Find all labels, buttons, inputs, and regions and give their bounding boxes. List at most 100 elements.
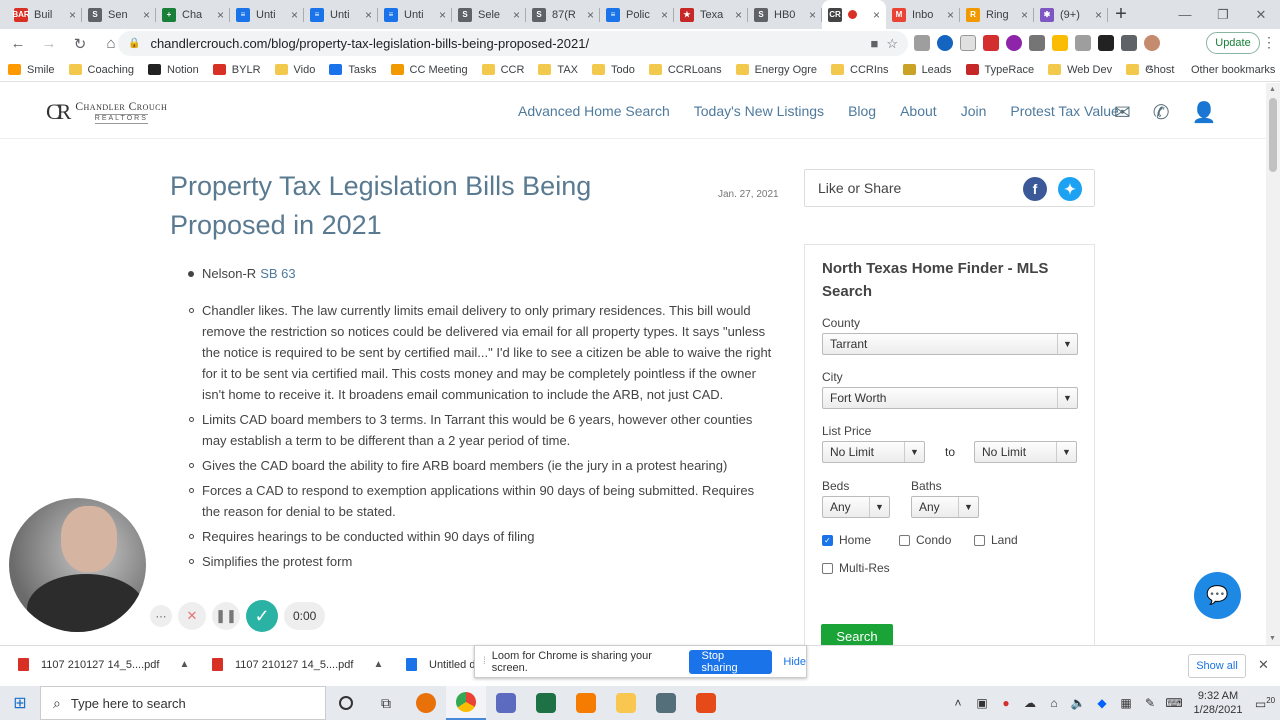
browser-tab[interactable]: S Sen × bbox=[82, 0, 156, 29]
chevron-up-icon[interactable]: ▲ bbox=[179, 659, 189, 670]
finish-recording-icon[interactable]: ✓ bbox=[246, 600, 278, 632]
bookmark-item[interactable]: CCRIns bbox=[831, 64, 889, 76]
extension-icon[interactable] bbox=[1052, 35, 1068, 51]
tab-close-icon[interactable]: × bbox=[69, 8, 76, 22]
tray-app-icon[interactable]: ▦ bbox=[1114, 696, 1138, 710]
more-options-icon[interactable]: ⋯ bbox=[150, 605, 172, 627]
other-bookmarks[interactable]: Other bookmarks bbox=[1172, 58, 1275, 82]
browser-tab[interactable]: ≡ Polic × bbox=[600, 0, 674, 29]
browser-tab[interactable]: ✱ (9+) × bbox=[1034, 0, 1108, 29]
notifications-icon[interactable]: ▭20 bbox=[1250, 696, 1280, 711]
nav-link[interactable]: About bbox=[900, 103, 937, 119]
excel-icon[interactable] bbox=[526, 686, 566, 720]
price-max-select[interactable]: No Limit ▼ bbox=[974, 441, 1078, 463]
tab-close-icon[interactable]: × bbox=[513, 8, 520, 22]
tab-close-icon[interactable]: × bbox=[439, 8, 446, 22]
bookmark-item[interactable]: Smile bbox=[8, 64, 55, 76]
tab-close-icon[interactable]: × bbox=[365, 8, 372, 22]
volume-icon[interactable]: 🔈 bbox=[1066, 696, 1090, 710]
bookmark-item[interactable]: Energy Ogre bbox=[735, 64, 817, 76]
baths-select[interactable]: Any ▼ bbox=[911, 496, 979, 518]
browser-tab[interactable]: ≡ Unti × bbox=[304, 0, 378, 29]
taskbar-clock[interactable]: 9:32 AM 1/28/2021 bbox=[1186, 689, 1250, 717]
bookmark-item[interactable]: Tasks bbox=[329, 64, 377, 76]
extension-icon[interactable] bbox=[937, 35, 953, 51]
bookmark-item[interactable]: BYLR bbox=[212, 64, 261, 76]
tab-close-icon[interactable]: × bbox=[291, 8, 298, 22]
chrome-icon[interactable] bbox=[446, 686, 486, 720]
browser-tab[interactable]: ≡ Unti × bbox=[378, 0, 452, 29]
app-icon[interactable] bbox=[686, 686, 726, 720]
bookmarks-overflow-icon[interactable]: » bbox=[1146, 62, 1152, 74]
bookmark-item[interactable]: CC Meeting bbox=[390, 64, 468, 76]
tray-app-icon[interactable]: ● bbox=[994, 696, 1018, 710]
nav-link[interactable]: Blog bbox=[848, 103, 876, 119]
price-min-select[interactable]: No Limit ▼ bbox=[822, 441, 925, 463]
camera-blocked-icon[interactable]: ■ bbox=[870, 36, 878, 52]
dropbox-icon[interactable]: ◆ bbox=[1090, 696, 1114, 710]
hide-notice-link[interactable]: Hide bbox=[783, 656, 806, 668]
cancel-recording-icon[interactable]: ✕ bbox=[178, 602, 206, 630]
menu-icon[interactable]: ⋮ bbox=[1262, 34, 1276, 51]
type-home-checkbox[interactable]: ✓ Home bbox=[822, 533, 899, 547]
browser-tab[interactable]: CR × bbox=[822, 0, 886, 29]
tray-app-icon[interactable]: ▣ bbox=[970, 696, 994, 710]
app-icon[interactable] bbox=[566, 686, 606, 720]
download-item[interactable]: 1107 210127 14_5....pdf ▲ bbox=[18, 658, 189, 671]
bookmark-item[interactable]: CCRLoans bbox=[648, 64, 722, 76]
tab-close-icon[interactable]: × bbox=[143, 8, 150, 22]
search-button[interactable]: Search bbox=[821, 624, 893, 645]
close-window-icon[interactable]: ✕ bbox=[1242, 0, 1280, 29]
tab-close-icon[interactable]: × bbox=[587, 8, 594, 22]
calculator-icon[interactable] bbox=[646, 686, 686, 720]
user-icon[interactable]: 👤 bbox=[1192, 100, 1217, 125]
bookmark-item[interactable]: Leads bbox=[902, 64, 952, 76]
chat-bubble-icon[interactable]: 💬 bbox=[1194, 572, 1241, 619]
download-item[interactable]: 1107 210127 14_5....pdf ▲ bbox=[212, 658, 383, 671]
page-scrollbar[interactable]: ▲ ▼ bbox=[1266, 83, 1280, 645]
minimize-icon[interactable]: — bbox=[1166, 0, 1204, 29]
scroll-down-icon[interactable]: ▼ bbox=[1269, 635, 1276, 642]
tab-close-icon[interactable]: × bbox=[1095, 8, 1102, 22]
browser-tab[interactable]: S HB0 × bbox=[748, 0, 822, 29]
scroll-thumb[interactable] bbox=[1269, 98, 1277, 172]
bookmark-item[interactable]: TypeRace bbox=[965, 64, 1034, 76]
nav-link[interactable]: Join bbox=[961, 103, 987, 119]
beds-select[interactable]: Any ▼ bbox=[822, 496, 890, 518]
puzzle-icon[interactable] bbox=[1121, 35, 1137, 51]
keyboard-icon[interactable]: ⌨ bbox=[1162, 696, 1186, 710]
nav-link[interactable]: Protest Tax Value bbox=[1010, 103, 1118, 119]
bookmark-item[interactable]: Todo bbox=[592, 64, 635, 76]
close-downloads-icon[interactable]: ✕ bbox=[1258, 657, 1269, 673]
webcam-bubble[interactable] bbox=[9, 498, 146, 632]
envelope-icon[interactable]: ✉ bbox=[1114, 100, 1131, 125]
tab-close-icon[interactable]: × bbox=[947, 8, 954, 22]
bill-link[interactable]: SB 63 bbox=[260, 263, 295, 284]
extension-icon[interactable] bbox=[983, 35, 999, 51]
extension-icon[interactable] bbox=[960, 35, 976, 51]
windows-start-icon[interactable]: ⊞ bbox=[0, 686, 40, 720]
type-land-checkbox[interactable]: Land bbox=[974, 533, 1018, 547]
facebook-icon[interactable]: f bbox=[1023, 177, 1047, 201]
type-condo-checkbox[interactable]: Condo bbox=[899, 533, 974, 547]
phone-icon[interactable]: ✆ bbox=[1153, 100, 1170, 125]
nav-link[interactable]: Today's New Listings bbox=[694, 103, 824, 119]
file-explorer-icon[interactable] bbox=[606, 686, 646, 720]
show-all-downloads-button[interactable]: Show all bbox=[1188, 654, 1246, 678]
chevron-up-icon[interactable]: ▲ bbox=[373, 659, 383, 670]
city-select[interactable]: Fort Worth ▼ bbox=[822, 387, 1078, 409]
pen-icon[interactable]: ✎ bbox=[1138, 696, 1162, 710]
type-multires-checkbox[interactable]: Multi-Res bbox=[822, 561, 1077, 575]
browser-tab[interactable]: + Cha × bbox=[156, 0, 230, 29]
tab-close-icon[interactable]: × bbox=[1021, 8, 1028, 22]
tab-close-icon[interactable]: × bbox=[809, 8, 816, 22]
bookmark-item[interactable]: Coaching bbox=[68, 64, 134, 76]
tray-overflow-icon[interactable]: ˄ bbox=[946, 696, 970, 710]
tray-app-icon[interactable]: ☁ bbox=[1018, 696, 1042, 710]
county-select[interactable]: Tarrant ▼ bbox=[822, 333, 1078, 355]
app-icon[interactable] bbox=[406, 686, 446, 720]
extension-icon[interactable] bbox=[1029, 35, 1045, 51]
browser-tab[interactable]: ★ Texa × bbox=[674, 0, 748, 29]
tab-close-icon[interactable]: × bbox=[873, 8, 880, 22]
browser-tab[interactable]: M Inbo × bbox=[886, 0, 960, 29]
